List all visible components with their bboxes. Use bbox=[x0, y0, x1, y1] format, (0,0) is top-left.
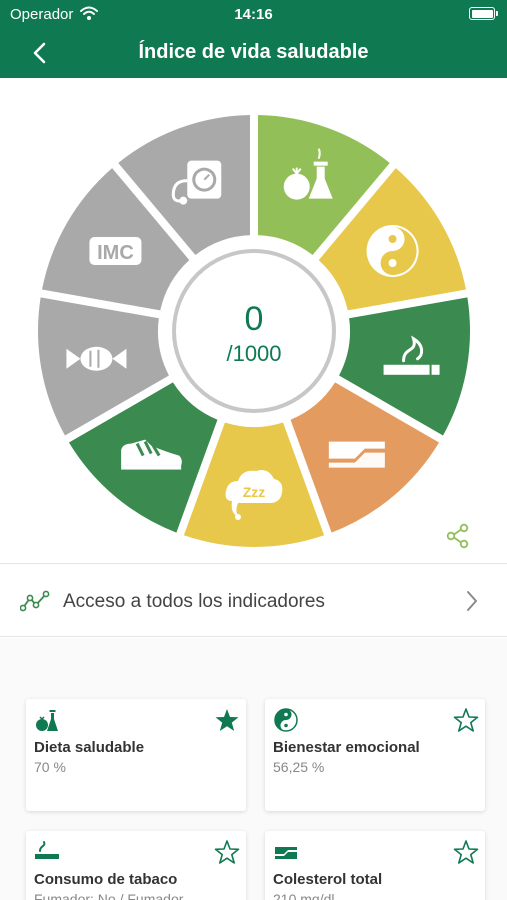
favorite-star-icon[interactable] bbox=[214, 839, 240, 865]
imc-icon: IMC bbox=[89, 237, 142, 265]
svg-text:Zzz: Zzz bbox=[243, 484, 266, 500]
status-bar: Operador 14:16 bbox=[0, 0, 507, 30]
favorite-star-icon[interactable] bbox=[214, 707, 240, 733]
cigarette-icon bbox=[35, 841, 59, 859]
battery-icon bbox=[469, 7, 498, 20]
all-indicators-label: Acceso a todos los indicadores bbox=[63, 591, 325, 612]
tomato-flask-icon bbox=[36, 710, 58, 731]
score-value: 0 bbox=[245, 300, 264, 338]
yin-yang-icon bbox=[366, 225, 419, 277]
card-cholesterol[interactable]: Colesterol total 210 mg/dl bbox=[265, 831, 485, 900]
score-max: /1000 bbox=[226, 341, 281, 366]
card-tobacco[interactable]: Consumo de tabaco Fumador: No / Fumador bbox=[26, 831, 246, 900]
app-header: Operador 14:16 Índice de vida saludable bbox=[0, 0, 507, 78]
page-title: Índice de vida saludable bbox=[138, 41, 369, 63]
card-value: Fumador: No / Fumador bbox=[34, 891, 184, 900]
card-value: 210 mg/dl bbox=[273, 891, 335, 900]
share-button[interactable] bbox=[444, 522, 472, 550]
health-score-wheel: Zzz IMC 0 /1000 bbox=[38, 115, 470, 548]
card-value: 56,25 % bbox=[273, 759, 325, 775]
card-value: 70 % bbox=[34, 759, 66, 775]
indicator-cards: Dieta saludable 70 % Bienestar emocional… bbox=[0, 638, 507, 900]
line-chart-icon bbox=[20, 590, 50, 612]
cholesterol-icon bbox=[275, 847, 297, 859]
card-title: Colesterol total bbox=[273, 871, 383, 888]
favorite-star-icon[interactable] bbox=[453, 707, 479, 733]
all-indicators-link[interactable]: Acceso a todos los indicadores bbox=[0, 563, 507, 637]
favorite-star-icon[interactable] bbox=[453, 839, 479, 865]
card-title: Consumo de tabaco bbox=[34, 871, 178, 888]
yin-yang-icon bbox=[274, 708, 298, 732]
svg-text:IMC: IMC bbox=[97, 242, 134, 264]
card-healthy-diet[interactable]: Dieta saludable 70 % bbox=[26, 699, 246, 811]
status-time: 14:16 bbox=[234, 6, 273, 23]
card-emotional-wellbeing[interactable]: Bienestar emocional 56,25 % bbox=[265, 699, 485, 811]
card-title: Bienestar emocional bbox=[273, 739, 420, 756]
cholesterol-icon bbox=[328, 441, 385, 468]
card-title: Dieta saludable bbox=[34, 739, 145, 756]
chevron-right-icon bbox=[467, 591, 477, 611]
